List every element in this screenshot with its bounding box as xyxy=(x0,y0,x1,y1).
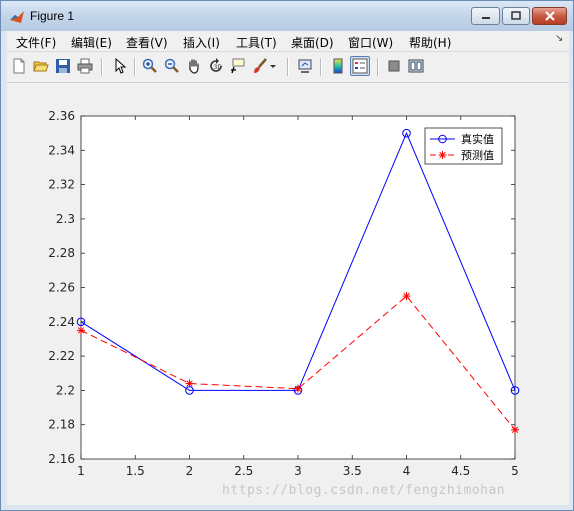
pointer-button[interactable] xyxy=(110,56,130,76)
close-button[interactable] xyxy=(532,7,567,25)
figure-window: Figure 1 文件(F) 编辑(E) 查看(V) 插入(I) 工具(T) 桌… xyxy=(0,0,574,511)
data-point xyxy=(185,379,194,388)
data-point xyxy=(294,384,302,393)
brush-icon xyxy=(254,58,267,73)
new-figure-button[interactable] xyxy=(9,56,29,76)
rotate-3d-icon: 3D xyxy=(210,58,223,72)
toolbar-separator xyxy=(101,58,103,76)
title-bar[interactable]: Figure 1 xyxy=(1,1,573,31)
minimize-icon xyxy=(481,17,490,19)
pointer-icon xyxy=(115,58,127,74)
y-tick-label: 2.36 xyxy=(48,109,75,123)
y-tick-label: 2.32 xyxy=(48,178,75,192)
brush-button[interactable] xyxy=(250,56,270,76)
menu-desktop[interactable]: 桌面(D) xyxy=(291,34,334,51)
menu-view[interactable]: 查看(V) xyxy=(126,34,168,51)
maximize-button[interactable] xyxy=(502,7,530,25)
data-point xyxy=(77,326,85,335)
x-tick-label: 3 xyxy=(294,464,302,478)
watermark-text: https://blog.csdn.net/fengzhimohan xyxy=(222,483,506,498)
pan-button[interactable] xyxy=(184,56,204,76)
figure-toolbar: 3D xyxy=(7,52,569,83)
menu-help[interactable]: 帮助(H) xyxy=(409,34,451,51)
print-icon xyxy=(77,58,93,74)
y-tick-label: 2.22 xyxy=(48,349,75,363)
legend-button[interactable] xyxy=(350,56,370,76)
toolbar-separator xyxy=(287,58,289,76)
line-chart[interactable]: 1 1.5 2 2.5 3 3.5 4 4.5 5 2.16 2.18 2.2 2.22 2.24 2.26… xyxy=(7,83,569,505)
plot-area xyxy=(80,115,516,460)
new-figure-icon xyxy=(13,58,25,74)
x-tick-label: 2 xyxy=(186,464,194,478)
menu-dock-arrow-icon[interactable]: ↘ xyxy=(555,33,563,44)
legend-label: 真实值 xyxy=(461,132,494,146)
toolbar-separator xyxy=(134,58,136,76)
open-file-button[interactable] xyxy=(31,56,51,76)
svg-text:3D: 3D xyxy=(214,64,223,71)
minimize-button[interactable] xyxy=(471,7,500,25)
show-plot-tools-icon xyxy=(408,59,424,73)
print-button[interactable] xyxy=(75,56,95,76)
legend-label: 预测值 xyxy=(461,149,494,162)
toolbar-separator xyxy=(377,58,379,76)
open-file-icon xyxy=(33,61,49,72)
link-plot-button[interactable] xyxy=(295,56,315,76)
zoom-in-icon xyxy=(142,58,157,73)
pan-icon xyxy=(189,59,199,74)
y-tick-label: 2.34 xyxy=(48,143,75,157)
y-tick-label: 2.24 xyxy=(48,315,75,329)
colorbar-icon xyxy=(333,58,343,74)
hide-plot-tools-icon xyxy=(388,60,400,72)
menu-edit[interactable]: 编辑(E) xyxy=(71,34,112,51)
hide-plot-tools-button[interactable] xyxy=(384,56,404,76)
data-point xyxy=(402,292,411,301)
y-tick-label: 2.28 xyxy=(48,246,75,260)
y-tick-label: 2.16 xyxy=(48,452,75,466)
menu-tools[interactable]: 工具(T) xyxy=(236,34,277,51)
menu-bar: 文件(F) 编辑(E) 查看(V) 插入(I) 工具(T) 桌面(D) 窗口(W… xyxy=(7,31,569,52)
data-cursor-icon xyxy=(231,58,245,74)
x-tick-label: 2.5 xyxy=(234,464,253,478)
y-tick-label: 2.26 xyxy=(48,281,75,295)
save-icon xyxy=(56,59,70,73)
x-tick-label: 1 xyxy=(77,464,85,478)
y-tick-label: 2.2 xyxy=(56,383,75,397)
show-plot-tools-button[interactable] xyxy=(406,56,426,76)
maximize-icon xyxy=(511,11,521,20)
x-tick-label: 3.5 xyxy=(343,464,362,478)
zoom-in-button[interactable] xyxy=(140,56,160,76)
x-tick-label: 1.5 xyxy=(126,464,145,478)
zoom-out-button[interactable] xyxy=(162,56,182,76)
save-button[interactable] xyxy=(53,56,73,76)
y-tick-label: 2.18 xyxy=(48,418,75,432)
rotate-3d-button[interactable]: 3D xyxy=(206,56,226,76)
data-point xyxy=(511,425,519,434)
x-tick-label: 4 xyxy=(403,464,411,478)
menu-insert[interactable]: 插入(I) xyxy=(183,34,220,51)
link-plot-icon xyxy=(298,59,312,73)
zoom-out-icon xyxy=(164,58,179,73)
close-icon xyxy=(544,11,555,21)
figure-canvas: 1 1.5 2 2.5 3 3.5 4 4.5 5 2.16 2.18 2.2 2.22 2.24 2.26… xyxy=(7,83,569,505)
y-tick-label: 2.3 xyxy=(56,212,75,226)
brush-dropdown[interactable] xyxy=(268,56,278,76)
menu-file[interactable]: 文件(F) xyxy=(16,34,56,51)
chevron-down-icon xyxy=(270,65,276,68)
colorbar-button[interactable] xyxy=(328,56,348,76)
legend-marker xyxy=(438,151,447,159)
legend-icon xyxy=(352,58,368,74)
menu-window[interactable]: 窗口(W) xyxy=(348,34,393,51)
x-tick-label: 5 xyxy=(511,464,519,478)
data-cursor-button[interactable] xyxy=(228,56,248,76)
toolbar-separator xyxy=(320,58,322,76)
window-title: Figure 1 xyxy=(30,9,75,23)
x-tick-label: 4.5 xyxy=(451,464,470,478)
matlab-icon xyxy=(10,11,24,23)
